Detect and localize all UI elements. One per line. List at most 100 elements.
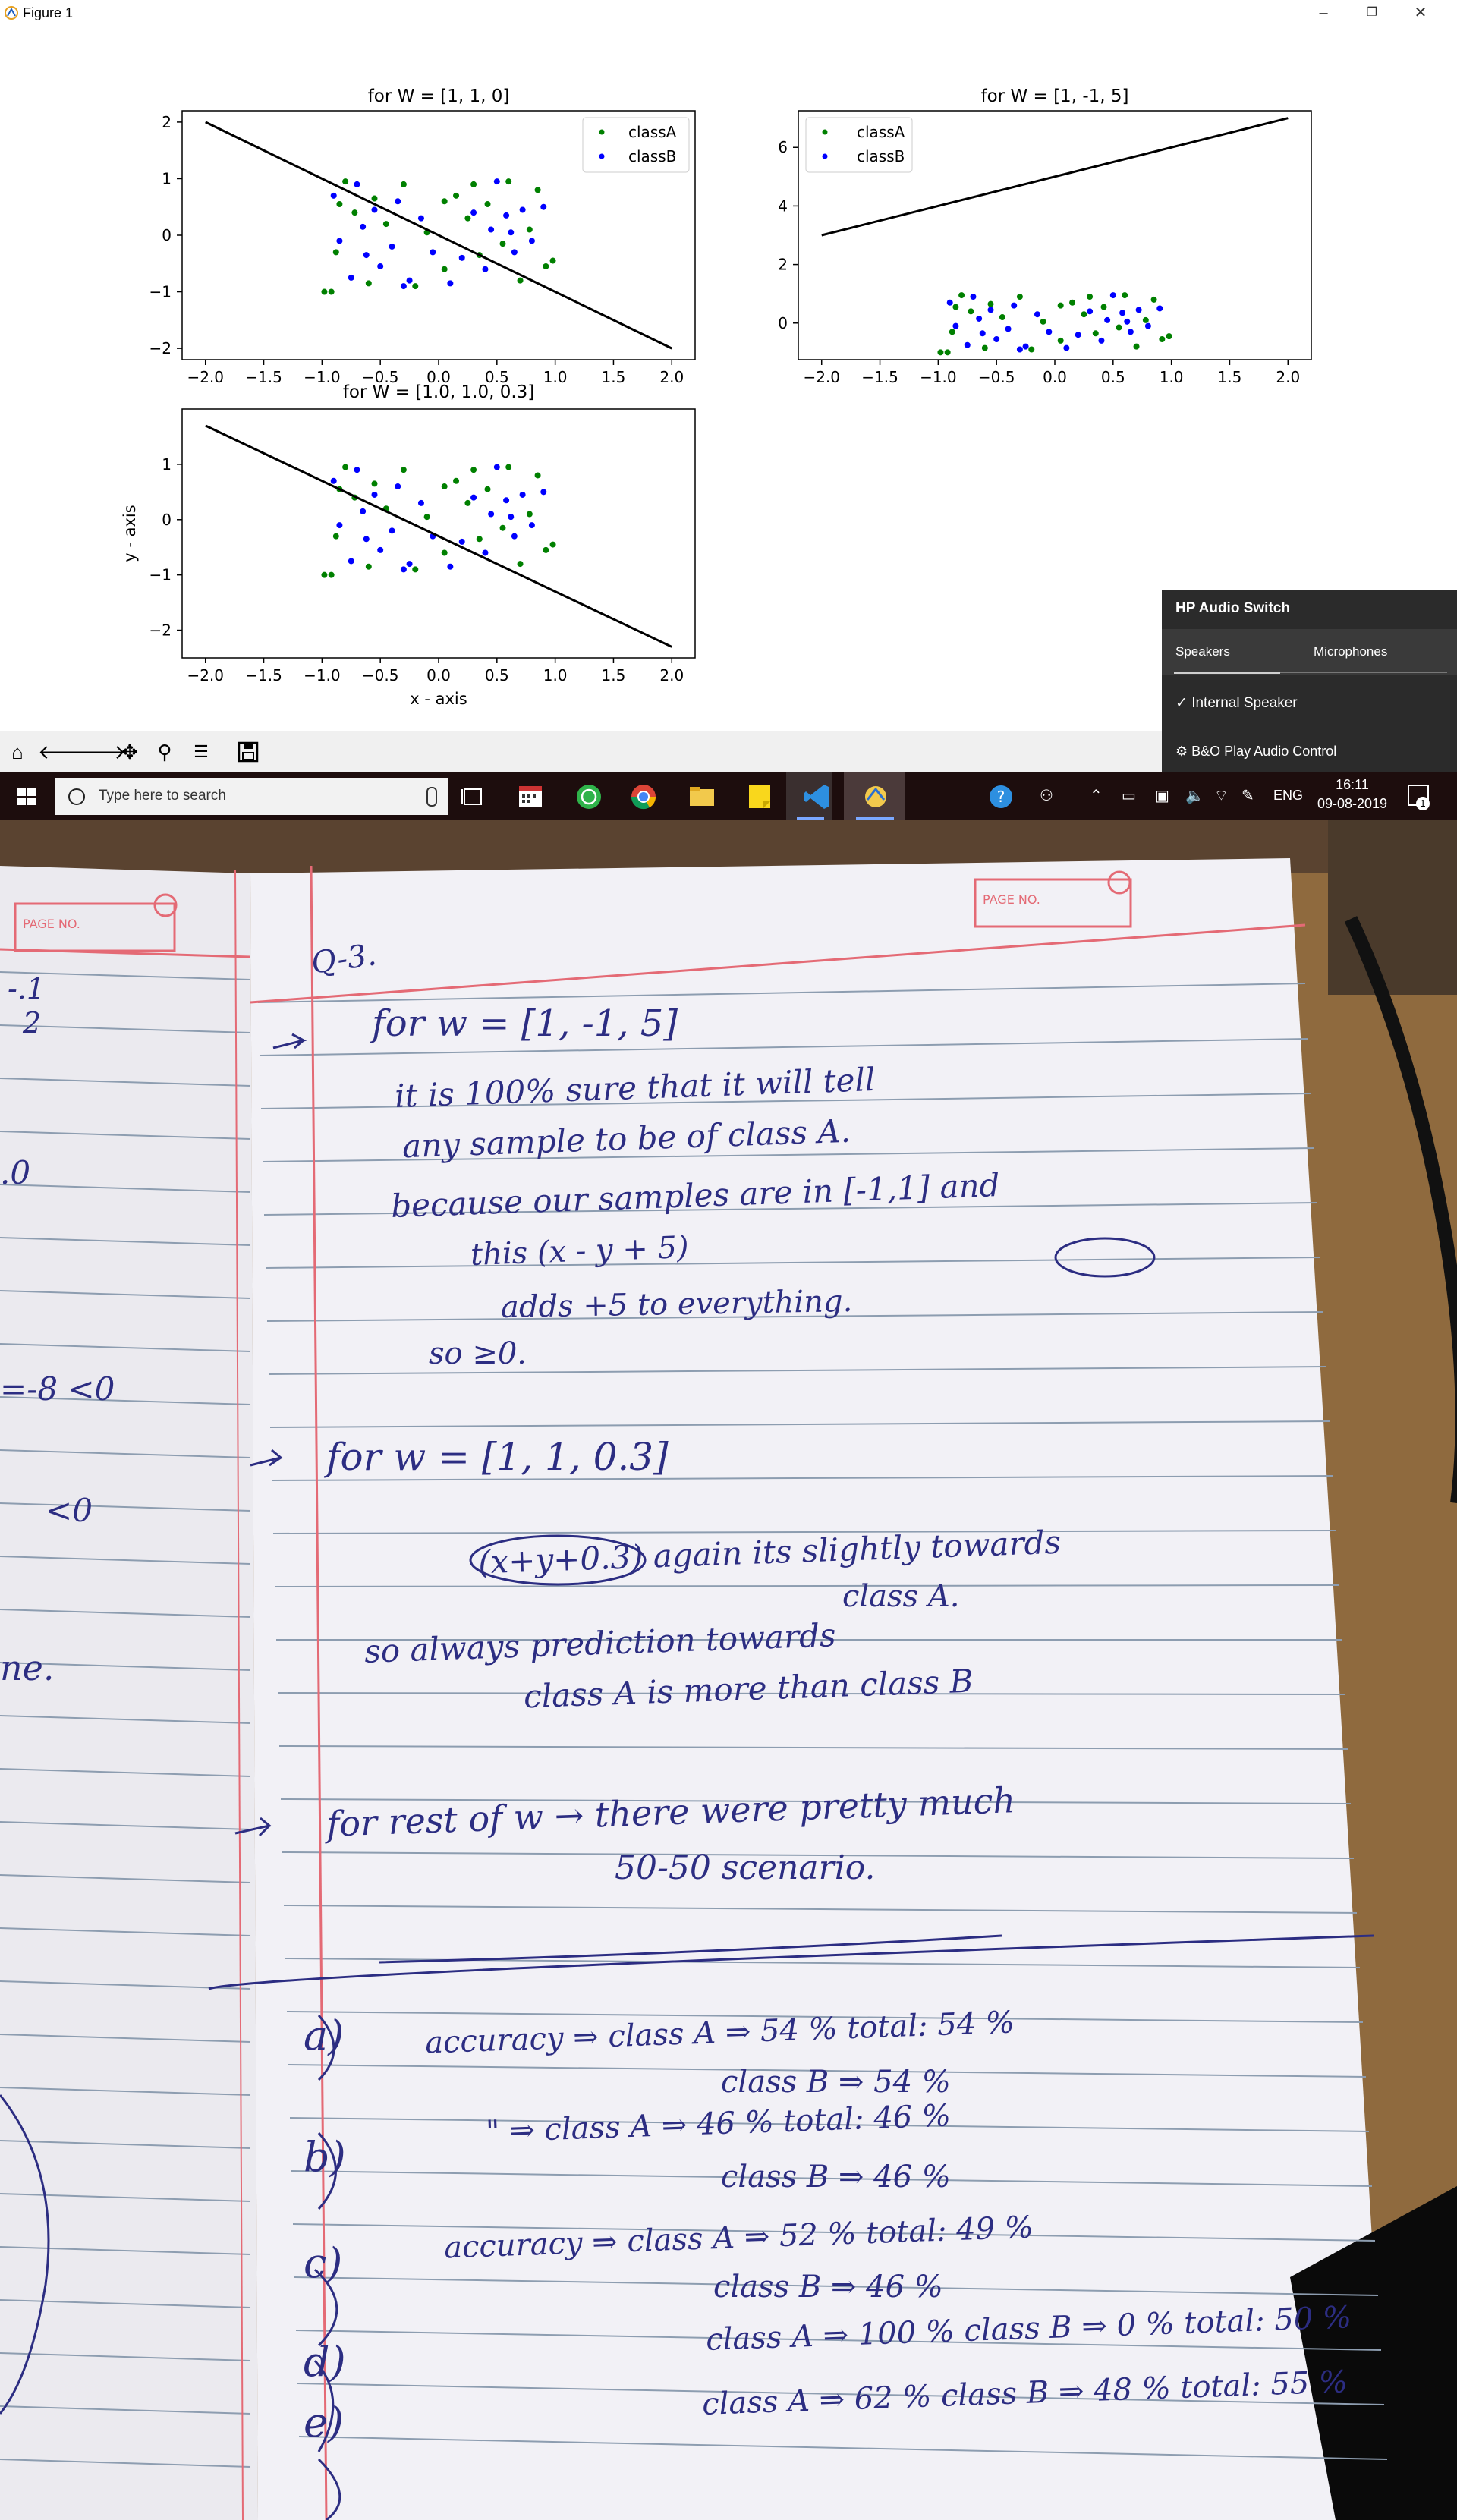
handwritten-line: (x+y+0.3) again its slightly towards [477,1523,1062,1581]
x-tick-label: −1.5 [861,368,898,386]
handwritten-line: class A ⇒ 100 % class B ⇒ 0 % total: 50 … [705,2300,1352,2358]
microphone-icon[interactable] [426,787,437,807]
classB-point [488,226,495,233]
classB-point [1104,316,1111,323]
sticky-notes-icon[interactable] [745,783,774,810]
handwritten-line: for w = [1, 1, 0.3] [326,1435,669,1479]
people-icon[interactable]: ⚇ [1040,786,1053,805]
subplot-title: for W = [1, 1, 0] [368,87,510,106]
forward-icon[interactable]: 🡒 [73,738,126,766]
home-icon[interactable]: ⌂ [3,738,32,766]
tab-microphones[interactable]: Microphones [1314,644,1387,659]
minimize-button[interactable]: – [1299,0,1348,26]
x-tick-label: 0.5 [485,666,509,684]
x-tick-label: 2.0 [659,368,684,386]
back-icon[interactable]: 🡐 [38,738,91,766]
classB-point [1127,329,1134,335]
classA-point [441,198,448,205]
classA-point [499,241,506,247]
wifi-icon[interactable]: ⌔ [1214,786,1229,805]
classB-point [371,491,378,498]
left-page-fragment: <0 [46,1492,93,1529]
help-icon[interactable]: ? [987,783,1015,810]
close-button[interactable]: ✕ [1396,0,1445,26]
classB-point [493,178,500,185]
volume-icon[interactable]: 🔈 [1185,786,1204,805]
restore-button[interactable]: ❐ [1348,0,1396,26]
classA-point [470,467,477,473]
clock-time: 16:11 [1336,777,1369,792]
pen-icon[interactable]: ✎ [1241,786,1254,805]
calendar-icon[interactable] [516,783,545,810]
y-tick-label: 1 [162,169,172,187]
subplot-w-1-1-0: for W = [1, 1, 0] −2.0 −1.5 −1.0 −0.5 0.0 0.5… [149,87,696,386]
taskbar-search[interactable]: Type here to search [55,778,448,815]
classB-point [400,566,407,573]
handwritten-line: for rest of w → there were pretty much [326,1779,1016,1845]
notebook-handwriting: Q-3. for w = [1, -1, 5] it is 100% sure … [0,820,1457,2520]
classA-point [365,280,372,287]
classB-point [371,206,378,213]
clock[interactable]: 16:11 09-08-2019 [1303,776,1402,813]
legend-marker-classB [599,153,605,159]
classA-point [476,536,483,543]
classB-point [1005,326,1012,332]
x-tick-label: −0.5 [978,368,1015,386]
classB-point [360,508,367,514]
classA-point [342,464,349,470]
tab-divider [1280,672,1447,673]
classB-point [395,198,401,205]
chrome-icon[interactable] [629,783,658,810]
left-page-fragment: -.1 [8,972,46,1005]
handwritten-line: so always prediction towards [363,1616,837,1670]
audio-tabs: Speakers Microphones [1162,629,1457,675]
x-tick-label: −1.0 [304,368,341,386]
y-tick-label: 0 [162,226,172,244]
classB-point [976,315,983,322]
battery-icon[interactable]: ▭ [1122,786,1136,805]
tab-speakers[interactable]: Speakers [1175,644,1230,659]
classB-point [1022,343,1029,350]
internal-speaker-item[interactable]: ✓ Internal Speaker [1175,694,1298,712]
title-bar[interactable]: Figure 1 – ❐ ✕ [0,0,1457,26]
file-explorer-icon[interactable] [688,783,716,810]
left-page-fragment: 2 [23,1006,42,1040]
legend-label-classA: classA [628,123,677,141]
classB-point [519,491,526,498]
classA-point [1166,333,1172,340]
x-tick-label: −2.0 [187,666,224,684]
y-tick-label: −2 [149,339,172,357]
classA-point [981,344,988,351]
classA-point [371,195,378,202]
classB-point [1016,346,1023,353]
x-tick-label: −1.0 [920,368,957,386]
classA-point [1016,294,1023,300]
windows-start-icon[interactable] [0,772,53,820]
whatsapp-icon[interactable] [574,783,603,810]
handwritten-line: class B ⇒ 46 % [721,2160,951,2194]
classA-point [1100,304,1107,310]
x-tick-label: 1.0 [1160,368,1184,386]
subplot-w-1-1-0.3: for W = [1.0, 1.0, 0.3] −2.0 −1.5 −1.0 −0.5… [121,382,696,708]
configure-subplots-icon[interactable]: ☰ [187,738,216,766]
classB-point [348,274,354,281]
pan-icon[interactable]: ✥ [115,738,144,766]
chevron-up-icon[interactable]: ⌃ [1090,786,1103,805]
save-icon[interactable] [234,738,263,766]
classB-point [1034,311,1040,318]
task-view-icon[interactable] [458,783,487,810]
classA-point [1081,311,1087,318]
window-title: Figure 1 [23,5,74,20]
handwritten-line: class B ⇒ 46 % [713,2270,943,2304]
language-indicator[interactable]: ENG [1273,788,1303,804]
handwritten-line: it is 100% sure that it will tell [394,1060,876,1115]
zoom-icon[interactable]: ⚲ [150,738,179,766]
bo-play-item[interactable]: ⚙ B&O Play Audio Control [1175,744,1336,760]
classA-point [412,283,419,290]
classA-point [332,533,339,540]
tab-underline [1174,672,1280,674]
network-icon[interactable]: ▣ [1155,786,1169,805]
python-icon[interactable] [861,783,890,810]
classB-point [1135,307,1142,313]
vscode-icon[interactable] [803,783,832,810]
